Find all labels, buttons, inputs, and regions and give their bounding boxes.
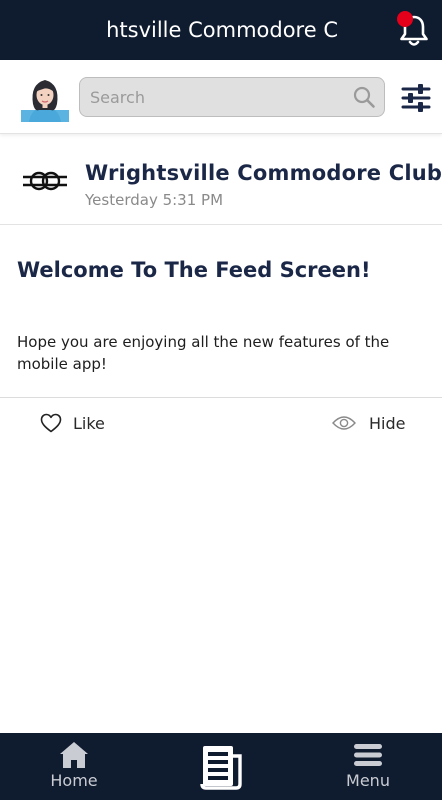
filter-sliders-icon[interactable]: [401, 82, 431, 114]
notification-badge: [397, 11, 413, 27]
tab-menu-label: Menu: [346, 771, 390, 790]
top-app-bar: ghtsville Commodore C: [0, 0, 442, 60]
bottom-navigation: Home Menu: [0, 733, 442, 800]
eye-icon: [332, 416, 356, 430]
like-label: Like: [73, 413, 105, 433]
avatar[interactable]: [21, 74, 69, 122]
post-header: Wrightsville Commodore Club Yesterday 5:…: [0, 135, 442, 225]
search-box[interactable]: [79, 77, 385, 117]
heart-icon: [40, 413, 62, 433]
app-title-container: ghtsville Commodore C: [106, 0, 338, 60]
newspaper-icon: [200, 746, 242, 790]
search-icon[interactable]: [352, 85, 376, 109]
app-title: ghtsville Commodore C: [106, 18, 338, 42]
tab-home[interactable]: Home: [34, 733, 114, 800]
post-body: Hope you are enjoying all the new featur…: [17, 333, 390, 373]
club-knot-logo-icon: [23, 171, 67, 191]
like-button[interactable]: Like: [40, 410, 105, 436]
post-timestamp: Yesterday 5:31 PM: [85, 191, 224, 209]
search-toolbar: [0, 60, 442, 134]
hide-button[interactable]: Hide: [332, 410, 405, 436]
hide-label: Hide: [369, 413, 406, 433]
tab-menu[interactable]: Menu: [328, 733, 408, 800]
post-author[interactable]: Wrightsville Commodore Club: [85, 161, 442, 185]
tab-home-label: Home: [50, 771, 98, 790]
tab-feed[interactable]: [186, 733, 256, 800]
post-actions: Like Hide: [0, 397, 442, 447]
post-title: Welcome To The Feed Screen!: [17, 258, 371, 282]
home-icon: [60, 742, 88, 768]
search-input[interactable]: [90, 78, 350, 116]
hamburger-menu-icon: [354, 744, 382, 766]
